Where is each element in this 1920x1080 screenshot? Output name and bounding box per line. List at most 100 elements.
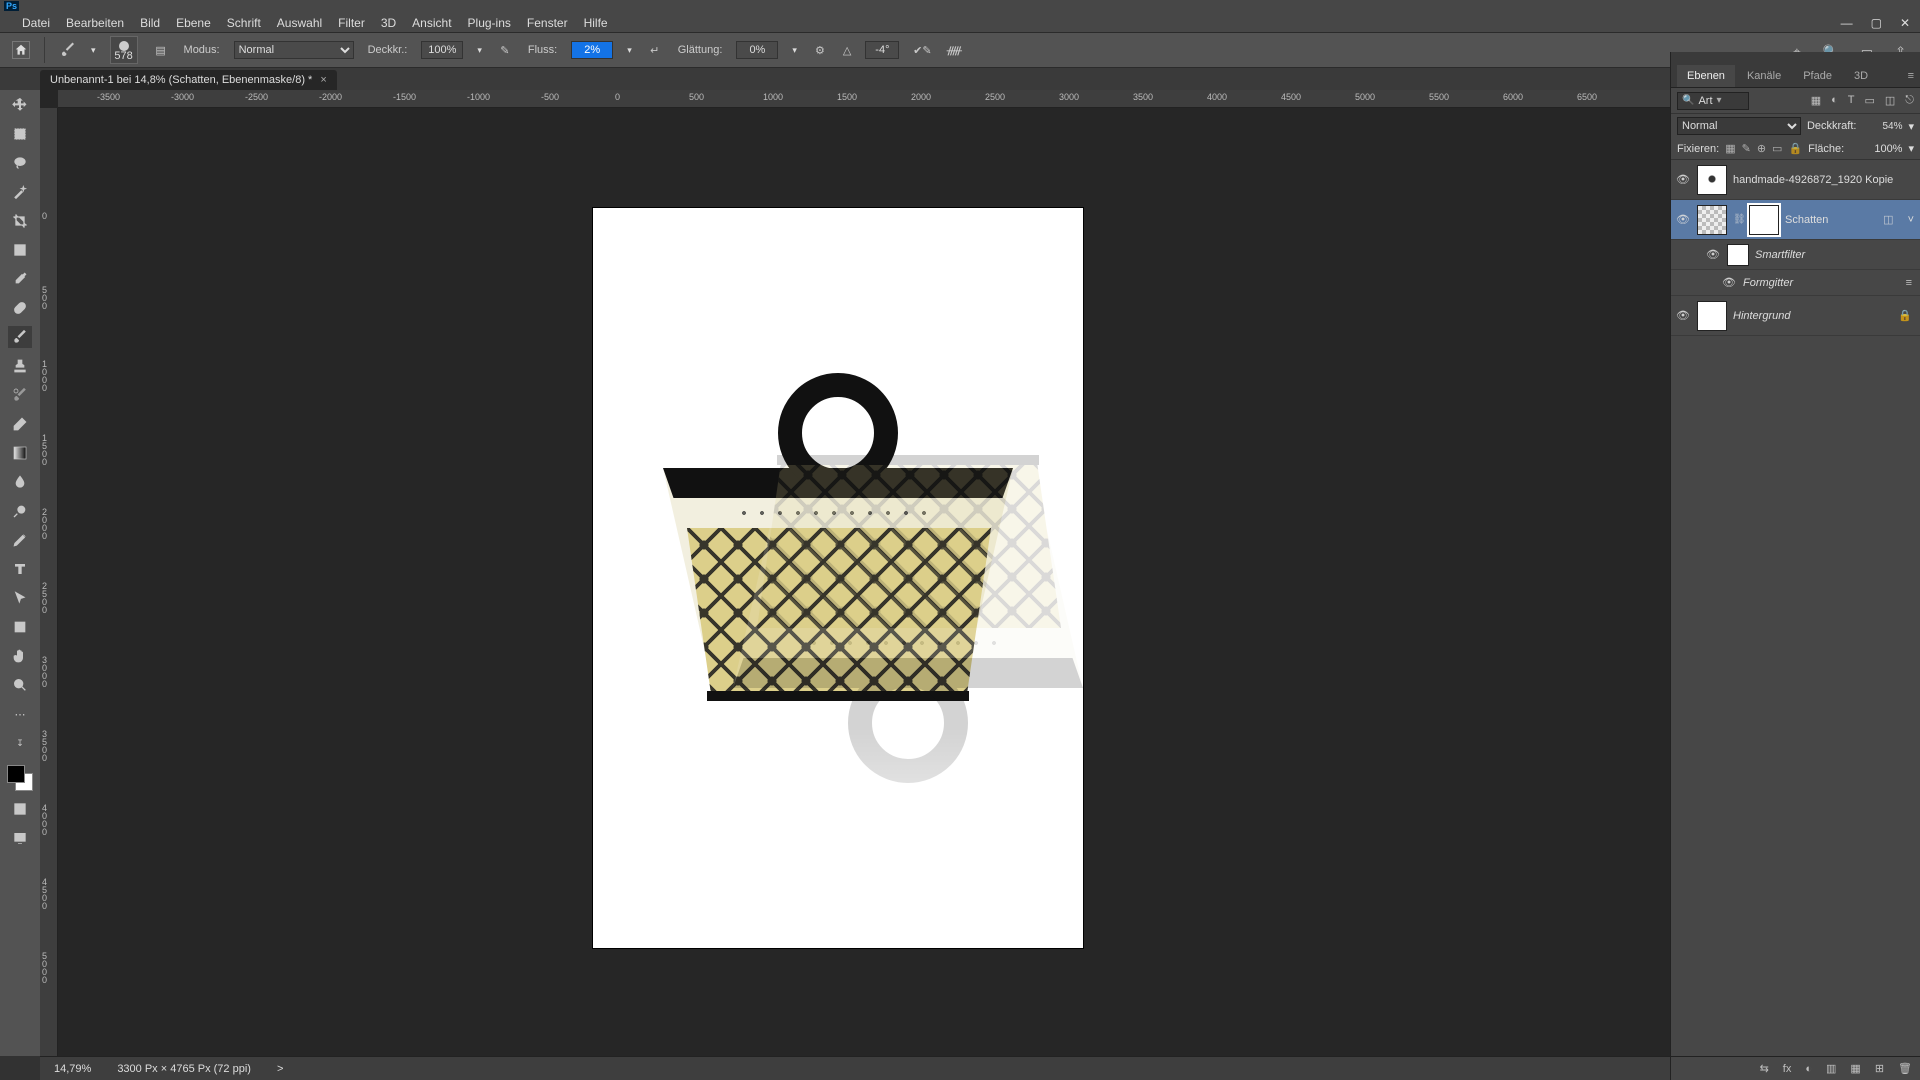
layer-blend-select[interactable]: Normal <box>1677 117 1801 135</box>
visibility-icon[interactable]: 👁 <box>1675 308 1691 324</box>
layer-row[interactable]: 👁 Hintergrund 🔒 <box>1671 296 1920 336</box>
frame-tool[interactable] <box>8 239 32 261</box>
visibility-icon[interactable]: 👁 <box>1675 172 1691 188</box>
more-tools[interactable]: ⋯ <box>8 703 32 725</box>
lasso-tool[interactable] <box>8 152 32 174</box>
lock-all-icon[interactable]: 🔒 <box>1788 142 1802 155</box>
menu-fenster[interactable]: Fenster <box>527 16 568 30</box>
visibility-icon[interactable]: 👁 <box>1705 247 1721 263</box>
smoothing-gear-icon[interactable]: ⚙ <box>811 41 829 59</box>
filter-pixel-icon[interactable]: ▦ <box>1811 94 1821 107</box>
heal-tool[interactable] <box>8 297 32 319</box>
filter-smart-icon[interactable]: ◫ <box>1885 94 1895 107</box>
filter-toggle[interactable]: ⎋ <box>1905 94 1914 107</box>
fx-icon[interactable]: fx <box>1783 1063 1792 1075</box>
home-button[interactable] <box>12 41 30 59</box>
wand-tool[interactable] <box>8 181 32 203</box>
quickmask-toggle[interactable] <box>8 798 32 820</box>
visibility-icon[interactable]: 👁 <box>1675 212 1691 228</box>
layer-row[interactable]: 👁 Formgitter ≡ <box>1671 270 1920 296</box>
history-brush-tool[interactable] <box>8 384 32 406</box>
layer-row[interactable]: 👁 handmade-4926872_1920 Kopie <box>1671 160 1920 200</box>
vertical-ruler[interactable]: 0500100015002000250030003500400045005000 <box>40 108 58 1056</box>
visibility-icon[interactable]: 👁 <box>1721 275 1737 291</box>
eraser-tool[interactable] <box>8 413 32 435</box>
brush-panel-icon[interactable]: ▤ <box>152 41 170 59</box>
layer-name[interactable]: handmade-4926872_1920 Kopie <box>1733 174 1893 186</box>
link-layers-icon[interactable]: ⇆ <box>1760 1062 1769 1075</box>
window-close[interactable]: ✕ <box>1900 16 1910 30</box>
crop-tool[interactable] <box>8 210 32 232</box>
zoom-tool[interactable] <box>8 674 32 696</box>
symmetry-icon[interactable]: ᚏ <box>945 41 963 59</box>
layer-thumb[interactable] <box>1697 205 1727 235</box>
smoothing-value[interactable]: 0% <box>736 41 778 59</box>
filter-type-icon[interactable]: T <box>1848 94 1855 107</box>
adjustment-icon[interactable]: ▥ <box>1826 1062 1836 1075</box>
blend-mode-select[interactable]: Normal <box>234 41 354 59</box>
menu-filter[interactable]: Filter <box>338 16 365 30</box>
fill-value[interactable]: 100% <box>1862 143 1902 155</box>
mask-thumb[interactable] <box>1749 205 1779 235</box>
lock-pixels-icon[interactable]: ✎ <box>1742 142 1751 155</box>
menu-3d[interactable]: 3D <box>381 16 396 30</box>
document-canvas[interactable] <box>593 208 1083 948</box>
window-minimize[interactable]: — <box>1841 16 1853 30</box>
pressure-size-icon[interactable]: ✔✎ <box>913 41 931 59</box>
panel-menu-icon[interactable]: ≡ <box>1898 65 1920 87</box>
type-tool[interactable] <box>8 558 32 580</box>
tab-kanaele[interactable]: Kanäle <box>1737 65 1791 87</box>
lock-transparency-icon[interactable]: ▦ <box>1725 142 1735 155</box>
airbrush-icon[interactable]: ↵ <box>646 41 664 59</box>
canvas-area[interactable] <box>58 108 1670 1056</box>
gradient-tool[interactable] <box>8 442 32 464</box>
new-layer-icon[interactable]: ⊞ <box>1875 1062 1884 1075</box>
status-more[interactable]: > <box>277 1063 283 1075</box>
layer-name[interactable]: Smartfilter <box>1755 249 1805 261</box>
menu-bild[interactable]: Bild <box>140 16 160 30</box>
path-select-tool[interactable] <box>8 587 32 609</box>
layer-row[interactable]: 👁 ⛓ Schatten ◫ ˅ <box>1671 200 1920 240</box>
menu-hilfe[interactable]: Hilfe <box>584 16 608 30</box>
filter-mask-thumb[interactable] <box>1727 244 1749 266</box>
pressure-opacity-icon[interactable]: ✎ <box>496 41 514 59</box>
group-icon[interactable]: ▦ <box>1850 1062 1860 1075</box>
zoom-readout[interactable]: 14,79% <box>54 1063 91 1075</box>
stamp-tool[interactable] <box>8 355 32 377</box>
screenmode-toggle[interactable] <box>8 827 32 849</box>
mask-icon[interactable]: ◐ <box>1805 1063 1812 1075</box>
pen-tool[interactable] <box>8 529 32 551</box>
horizontal-ruler[interactable]: -3500-3000-2500-2000-1500-1000-500050010… <box>58 90 1670 108</box>
menu-ebene[interactable]: Ebene <box>176 16 211 30</box>
doc-dimensions[interactable]: 3300 Px × 4765 Px (72 ppi) <box>117 1063 251 1075</box>
menu-datei[interactable]: Datei <box>22 16 50 30</box>
layer-row[interactable]: 👁 Smartfilter <box>1671 240 1920 270</box>
layer-name[interactable]: Formgitter <box>1743 277 1793 289</box>
hand-tool[interactable] <box>8 645 32 667</box>
menu-ansicht[interactable]: Ansicht <box>412 16 451 30</box>
move-tool[interactable] <box>8 94 32 116</box>
menu-schrift[interactable]: Schrift <box>227 16 261 30</box>
menu-plugins[interactable]: Plug-ins <box>468 16 511 30</box>
menu-bearbeiten[interactable]: Bearbeiten <box>66 16 124 30</box>
delete-layer-icon[interactable]: 🗑 <box>1898 1062 1912 1075</box>
shape-tool[interactable] <box>8 616 32 638</box>
layer-name[interactable]: Schatten <box>1785 214 1828 226</box>
opacity-value[interactable]: 100% <box>421 41 463 59</box>
filter-adjust-icon[interactable]: ◐ <box>1831 94 1838 107</box>
tab-close-icon[interactable]: × <box>320 74 326 86</box>
tab-pfade[interactable]: Pfade <box>1793 65 1842 87</box>
filter-shape-icon[interactable]: ▭ <box>1864 94 1874 107</box>
tab-3d[interactable]: 3D <box>1844 65 1878 87</box>
brush-preset[interactable]: 578 <box>110 36 138 64</box>
layer-name[interactable]: Hintergrund <box>1733 310 1790 322</box>
lock-position-icon[interactable]: ⊕ <box>1757 142 1766 155</box>
brush-tool-icon[interactable] <box>59 41 77 59</box>
filter-edit-icon[interactable]: ≡ <box>1906 277 1912 289</box>
layer-thumb[interactable] <box>1697 165 1727 195</box>
layer-opacity-value[interactable]: 54% <box>1862 121 1902 132</box>
color-swatches[interactable] <box>7 765 33 791</box>
lock-artboard-icon[interactable]: ▭ <box>1772 142 1782 155</box>
document-tab[interactable]: Unbenannt-1 bei 14,8% (Schatten, Ebenenm… <box>40 70 337 90</box>
window-maximize[interactable]: ▢ <box>1871 16 1882 30</box>
